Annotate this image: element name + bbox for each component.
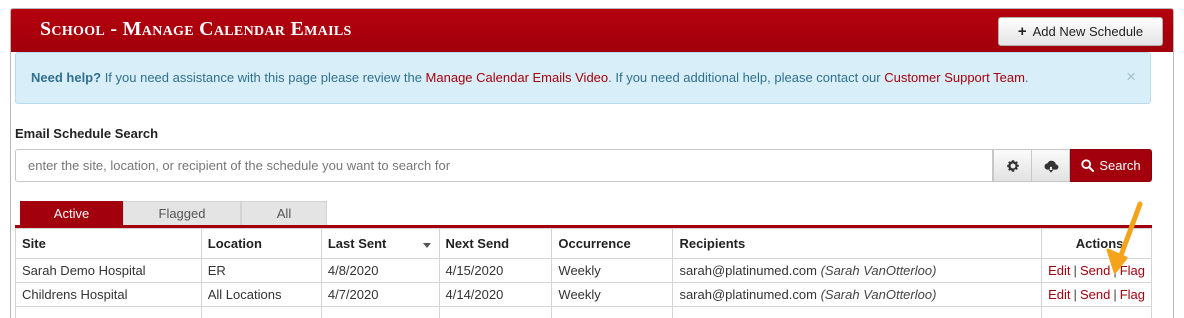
schedule-table: Site Location Last Sent Next Send Occurr…	[15, 228, 1152, 318]
video-link[interactable]: Manage Calendar Emails Video	[426, 70, 609, 85]
schedule-tabs: Active Flagged All	[20, 201, 327, 225]
help-alert: Need help? If you need assistance with t…	[15, 52, 1151, 104]
search-input[interactable]	[15, 149, 993, 182]
recipient-email: sarah@platinumed.com	[679, 287, 817, 302]
action-separator: |	[1113, 263, 1117, 278]
recipient-name: (Sarah VanOtterloo)	[820, 287, 937, 302]
cell-location: All Locations	[200, 282, 322, 307]
table-row	[15, 306, 1152, 318]
cell-recipients: sarah@platinumed.com (Sarah VanOtterloo)	[672, 282, 1043, 307]
cell-occurrence: Weekly	[551, 282, 674, 307]
cell-next-send: 4/14/2020	[438, 282, 553, 307]
column-header-next-send[interactable]: Next Send	[438, 228, 553, 259]
flag-link[interactable]: Flag	[1120, 263, 1145, 278]
recipient-name: (Sarah VanOtterloo)	[820, 263, 937, 278]
action-separator: |	[1113, 287, 1117, 302]
column-header-last-sent[interactable]: Last Sent	[320, 228, 440, 259]
cell-last-sent: 4/7/2020	[320, 282, 440, 307]
action-separator: |	[1073, 263, 1077, 278]
column-header-last-sent-label: Last Sent	[327, 236, 387, 251]
cloud-download-icon	[1044, 160, 1058, 173]
search-icon	[1081, 159, 1095, 172]
recipient-email: sarah@platinumed.com	[679, 263, 817, 278]
column-header-occurrence[interactable]: Occurrence	[551, 228, 674, 259]
search-label: Email Schedule Search	[15, 126, 159, 141]
settings-button[interactable]	[993, 149, 1032, 182]
cell-site: Childrens Hospital	[15, 282, 202, 307]
column-header-actions: Actions	[1041, 228, 1152, 259]
page-title: School - Manage Calendar Emails	[40, 18, 352, 40]
tab-all[interactable]: All	[241, 201, 327, 225]
cell-actions: Edit | Send | Flag	[1041, 282, 1152, 307]
edit-link[interactable]: Edit	[1048, 263, 1070, 278]
edit-link[interactable]: Edit	[1048, 287, 1070, 302]
table-header-row: Site Location Last Sent Next Send Occurr…	[15, 228, 1152, 259]
gear-icon	[1007, 159, 1019, 172]
help-alert-strong: Need help?	[31, 70, 102, 85]
sort-caret-icon	[422, 243, 431, 248]
table-row: Childrens Hospital All Locations 4/7/202…	[15, 282, 1152, 307]
table-row: Sarah Demo Hospital ER 4/8/2020 4/15/202…	[15, 258, 1152, 283]
help-alert-text: Need help? If you need assistance with t…	[31, 70, 1029, 85]
tab-flagged[interactable]: Flagged	[123, 201, 241, 225]
search-button-label: Search	[1099, 158, 1141, 173]
add-new-schedule-label: Add New Schedule	[1032, 24, 1144, 39]
help-alert-text-3: .	[1024, 70, 1029, 85]
send-link[interactable]: Send	[1080, 287, 1110, 302]
add-new-schedule-button[interactable]: + Add New Schedule	[998, 17, 1163, 46]
help-alert-text-1: If you need assistance with this page pl…	[101, 70, 426, 85]
close-icon[interactable]: ×	[1126, 67, 1136, 87]
column-header-site[interactable]: Site	[15, 228, 202, 259]
column-header-recipients[interactable]: Recipients	[672, 228, 1043, 259]
plus-icon: +	[1017, 23, 1027, 40]
cell-recipients: sarah@platinumed.com (Sarah VanOtterloo)	[672, 258, 1043, 283]
cell-occurrence: Weekly	[551, 258, 674, 283]
cell-site: Sarah Demo Hospital	[15, 258, 202, 283]
cell-last-sent: 4/8/2020	[320, 258, 440, 283]
download-button[interactable]	[1031, 149, 1070, 182]
flag-link[interactable]: Flag	[1120, 287, 1145, 302]
search-button[interactable]: Search	[1070, 149, 1152, 182]
help-alert-text-2: . If you need additional help, please co…	[608, 70, 885, 85]
action-separator: |	[1073, 287, 1077, 302]
send-link[interactable]: Send	[1080, 263, 1110, 278]
tab-active[interactable]: Active	[20, 201, 123, 225]
cell-location: ER	[200, 258, 322, 283]
customer-support-link[interactable]: Customer Support Team	[884, 70, 1025, 85]
cell-actions: Edit | Send | Flag	[1041, 258, 1152, 283]
column-header-location[interactable]: Location	[200, 228, 322, 259]
page-header: School - Manage Calendar Emails + Add Ne…	[11, 9, 1173, 52]
cell-next-send: 4/15/2020	[438, 258, 553, 283]
